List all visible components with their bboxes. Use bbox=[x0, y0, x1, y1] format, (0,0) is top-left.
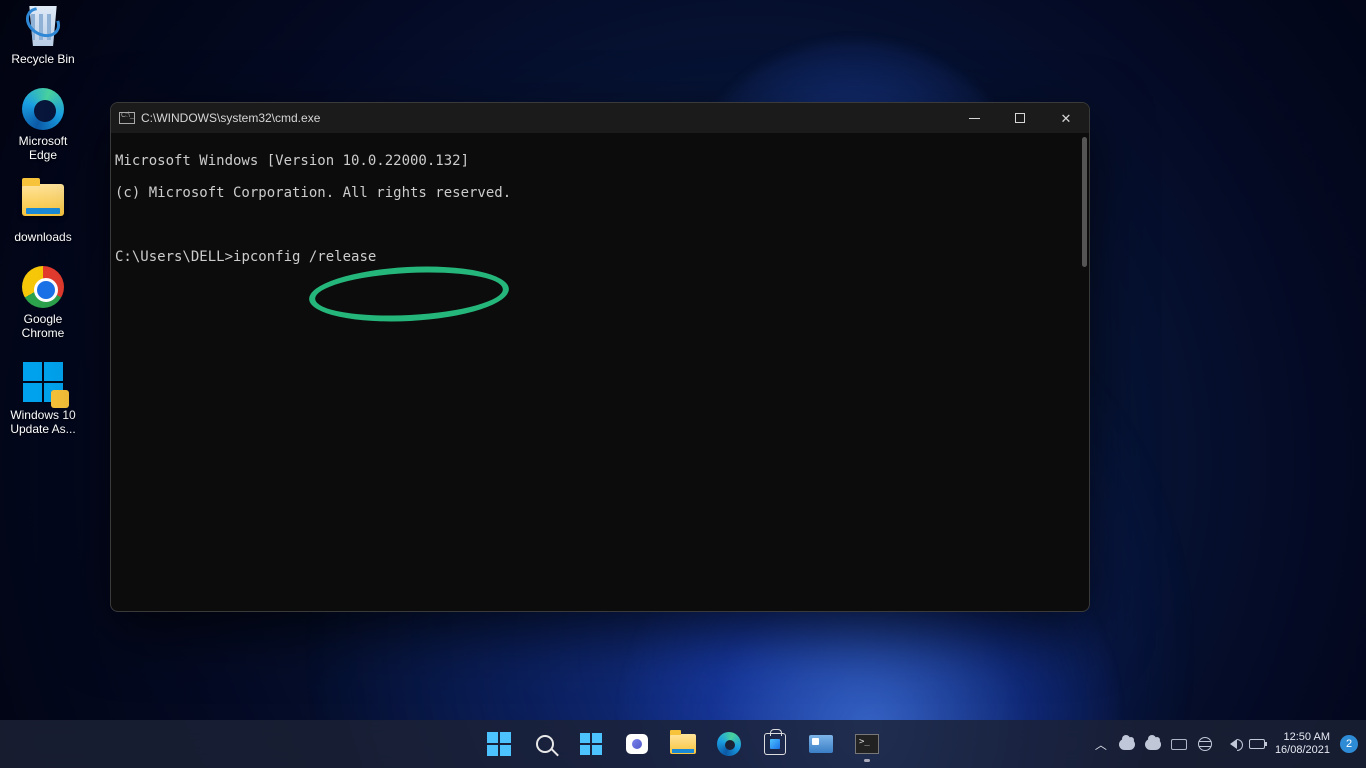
tray-overflow-button[interactable]: ︿ bbox=[1093, 736, 1109, 752]
edge-icon bbox=[717, 732, 741, 756]
folder-icon bbox=[670, 734, 696, 754]
onedrive-tray-icon[interactable] bbox=[1145, 736, 1161, 752]
widgets-button[interactable] bbox=[571, 724, 611, 764]
terminal-icon bbox=[855, 734, 879, 754]
desktop-icon-edge[interactable]: Microsoft Edge bbox=[4, 88, 82, 162]
maximize-button[interactable] bbox=[997, 103, 1043, 133]
clock-time: 12:50 AM bbox=[1275, 731, 1330, 744]
terminal-line: (c) Microsoft Corporation. All rights re… bbox=[111, 185, 1083, 201]
volume-tray-icon[interactable] bbox=[1223, 736, 1239, 752]
icon-label: Recycle Bin bbox=[4, 52, 82, 66]
desktop-icons: Recycle Bin Microsoft Edge downloads Goo… bbox=[4, 4, 88, 458]
terminal-line: Microsoft Windows [Version 10.0.22000.13… bbox=[111, 153, 1083, 169]
edge-icon bbox=[21, 88, 65, 132]
taskbar: ︿ 12:50 AM 16/08/2021 2 bbox=[0, 720, 1366, 768]
desktop-icon-win10-update[interactable]: Windows 10 Update As... bbox=[4, 362, 82, 436]
folder-icon bbox=[21, 184, 65, 228]
recycle-bin-icon bbox=[21, 6, 65, 50]
widgets-icon bbox=[580, 733, 602, 755]
search-button[interactable] bbox=[525, 724, 565, 764]
notifications-button[interactable]: 2 bbox=[1340, 735, 1358, 753]
clock-date: 16/08/2021 bbox=[1275, 744, 1330, 757]
terminal-blank bbox=[111, 217, 1083, 233]
icon-label: Microsoft Edge bbox=[4, 134, 82, 162]
chat-icon bbox=[626, 734, 648, 754]
edge-button[interactable] bbox=[709, 724, 749, 764]
settings-button[interactable] bbox=[801, 724, 841, 764]
cmd-icon bbox=[119, 112, 135, 124]
terminal-body[interactable]: Microsoft Windows [Version 10.0.22000.13… bbox=[111, 133, 1089, 303]
cmd-taskbar-button[interactable] bbox=[847, 724, 887, 764]
window-titlebar[interactable]: C:\WINDOWS\system32\cmd.exe ✕ bbox=[111, 103, 1089, 133]
windows-update-icon bbox=[21, 362, 65, 406]
desktop[interactable]: Recycle Bin Microsoft Edge downloads Goo… bbox=[0, 0, 1366, 768]
desktop-icon-chrome[interactable]: Google Chrome bbox=[4, 266, 82, 340]
desktop-icon-downloads[interactable]: downloads bbox=[4, 184, 82, 244]
store-icon bbox=[764, 733, 786, 755]
terminal-command: ipconfig /release bbox=[233, 249, 376, 265]
weather-tray-icon[interactable] bbox=[1119, 736, 1135, 752]
taskbar-center bbox=[479, 724, 887, 764]
scrollbar-thumb[interactable] bbox=[1082, 137, 1087, 267]
terminal-prompt-line: C:\Users\DELL>ipconfig /release bbox=[111, 249, 1083, 265]
battery-tray-icon[interactable] bbox=[1249, 736, 1265, 752]
close-button[interactable]: ✕ bbox=[1043, 103, 1089, 133]
notification-count: 2 bbox=[1346, 738, 1352, 750]
start-button[interactable] bbox=[479, 724, 519, 764]
window-title: C:\WINDOWS\system32\cmd.exe bbox=[141, 111, 951, 125]
network-tray-icon[interactable] bbox=[1197, 736, 1213, 752]
icon-label: Google Chrome bbox=[4, 312, 82, 340]
minimize-button[interactable] bbox=[951, 103, 997, 133]
settings-icon bbox=[809, 735, 833, 753]
desktop-icon-recycle-bin[interactable]: Recycle Bin bbox=[4, 6, 82, 66]
search-icon bbox=[536, 735, 554, 753]
terminal-prompt: C:\Users\DELL> bbox=[115, 249, 233, 265]
icon-label: Windows 10 Update As... bbox=[4, 408, 82, 436]
chrome-icon bbox=[21, 266, 65, 310]
chat-button[interactable] bbox=[617, 724, 657, 764]
taskbar-clock[interactable]: 12:50 AM 16/08/2021 bbox=[1275, 731, 1330, 757]
system-tray: ︿ 12:50 AM 16/08/2021 2 bbox=[1093, 720, 1358, 768]
icon-label: downloads bbox=[4, 230, 82, 244]
store-button[interactable] bbox=[755, 724, 795, 764]
cmd-window[interactable]: C:\WINDOWS\system32\cmd.exe ✕ Microsoft … bbox=[110, 102, 1090, 612]
file-explorer-button[interactable] bbox=[663, 724, 703, 764]
keyboard-tray-icon[interactable] bbox=[1171, 736, 1187, 752]
